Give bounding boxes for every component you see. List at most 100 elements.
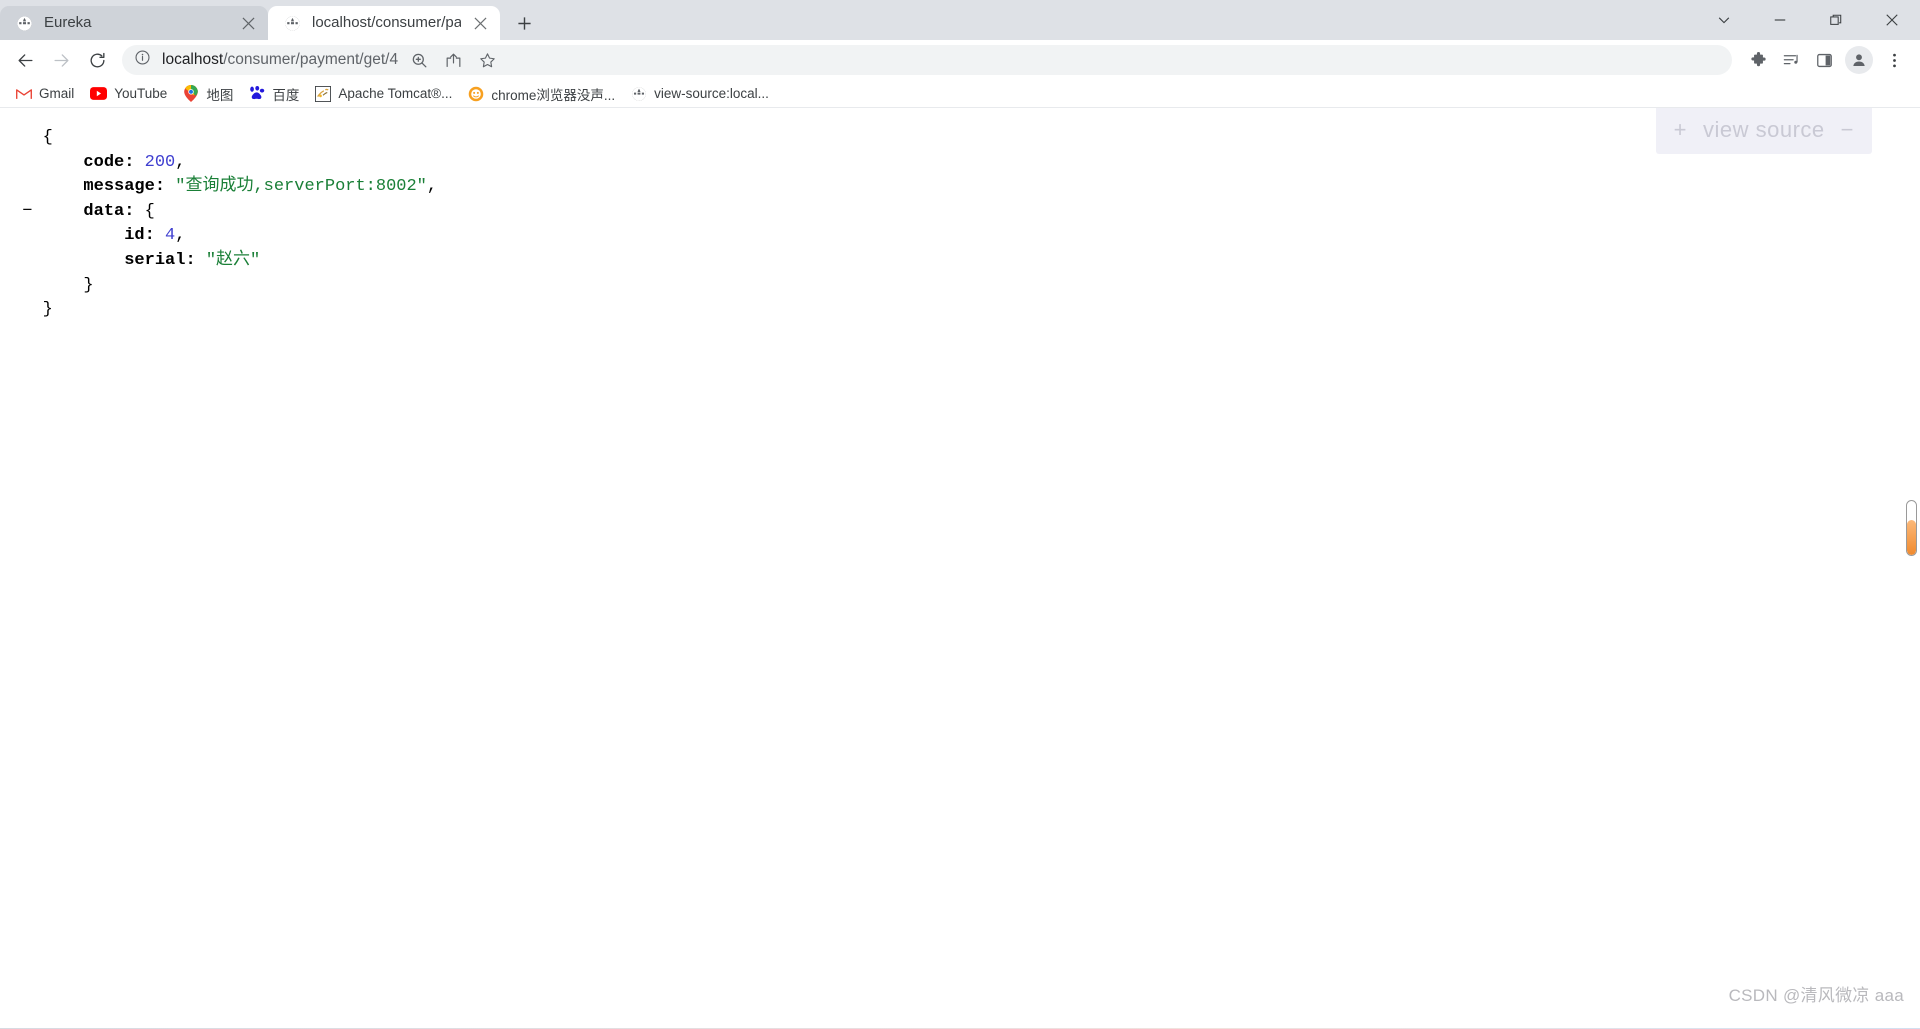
browser-tab-localhost[interactable]: localhost/consumer/payment/ (268, 6, 500, 40)
json-string: ″赵六″ (205, 250, 261, 270)
close-icon (1886, 14, 1898, 26)
watermark: CSDN @清风微凉 aaa (1728, 986, 1904, 1005)
media-playlist-icon[interactable] (1775, 44, 1807, 76)
bookmark-label: view-source:local... (654, 86, 769, 101)
json-gutter (12, 153, 43, 172)
scroll-indicator[interactable] (1906, 500, 1917, 556)
collapse-all-button[interactable]: − (1841, 117, 1854, 143)
tab-strip: Eureka localhost/consumer/payment/ (0, 0, 1920, 40)
json-key: data: (83, 201, 145, 221)
json-punct: { (42, 128, 53, 147)
collapse-toggle[interactable]: − (12, 202, 43, 221)
bookmark-view-source[interactable]: view-source:local... (623, 82, 777, 106)
json-line: id: 4, (12, 224, 1920, 249)
json-key: serial: (124, 250, 206, 270)
json-key: id: (124, 226, 166, 246)
tomcat-icon (315, 85, 332, 102)
back-button[interactable] (8, 43, 42, 77)
json-viewer: { code: 200, message: ″查询成功,serverPort:8… (0, 108, 1920, 323)
info-circle-icon[interactable] (134, 49, 151, 71)
bookmark-label: YouTube (114, 86, 168, 101)
minimize-button[interactable] (1752, 0, 1808, 40)
close-window-button[interactable] (1864, 0, 1920, 40)
json-punct: { (144, 201, 155, 221)
bookmark-maps[interactable]: 地图 (175, 80, 241, 108)
bookmark-label: 百度 (272, 87, 300, 103)
browser-tab-eureka[interactable]: Eureka (0, 6, 268, 40)
json-gutter (12, 276, 43, 295)
new-tab-button[interactable] (509, 8, 539, 38)
tab-search-button[interactable] (1696, 0, 1752, 40)
json-line: code: 200, (12, 151, 1920, 176)
reload-button[interactable] (80, 43, 114, 77)
address-bar[interactable]: localhost/consumer/payment/get/4 (122, 45, 1732, 75)
view-source-toggle[interactable]: + view source − (1655, 108, 1872, 154)
bookmark-label: 地图 (206, 87, 234, 103)
bookmark-gmail[interactable]: Gmail (8, 82, 82, 106)
expand-all-button[interactable]: + (1674, 117, 1687, 143)
bookmark-label: Apache Tomcat®... (338, 86, 453, 101)
json-gutter (12, 128, 43, 147)
chevron-down-icon (1718, 17, 1730, 24)
url-text: localhost/consumer/payment/get/4 (162, 51, 398, 69)
window-controls (1696, 0, 1920, 40)
share-icon[interactable] (437, 44, 469, 76)
forward-button (44, 43, 78, 77)
close-icon[interactable] (472, 15, 489, 32)
plus-icon (517, 16, 531, 30)
json-string: ″查询成功,serverPort:8002″ (175, 177, 427, 197)
json-line: − data: { (12, 200, 1920, 225)
page-content: + view source − { code: 200, message: ″查… (0, 108, 1920, 1028)
close-icon[interactable] (240, 15, 257, 32)
minimize-icon (1774, 19, 1786, 21)
json-line: { (12, 126, 1920, 151)
globe-icon (16, 15, 33, 32)
gmail-icon (16, 86, 32, 102)
reload-icon (90, 52, 105, 67)
json-number: 4 (165, 226, 176, 246)
json-punct: , (426, 177, 438, 197)
json-gutter (12, 226, 43, 245)
json-punct: } (42, 300, 53, 320)
arrow-right-icon (53, 53, 69, 67)
json-gutter (12, 251, 43, 270)
json-key: message: (83, 177, 176, 197)
browser-toolbar: localhost/consumer/payment/get/4 (0, 40, 1920, 80)
more-menu-icon[interactable] (1878, 44, 1910, 76)
bookmark-tomcat[interactable]: Apache Tomcat®... (307, 82, 460, 106)
json-line: serial: ″赵六″ (12, 249, 1920, 274)
profile-avatar-icon[interactable] (1845, 46, 1873, 74)
bookmark-baidu[interactable]: 百度 (241, 80, 307, 108)
json-line: } (12, 274, 1920, 299)
json-number: 200 (144, 152, 176, 172)
json-line: } (12, 298, 1920, 323)
extensions-puzzle-icon[interactable] (1742, 44, 1774, 76)
json-gutter (12, 177, 43, 196)
bookmark-star-icon[interactable] (471, 44, 503, 76)
firefox-icon (468, 86, 484, 102)
baidu-icon (249, 86, 265, 102)
bookmark-chrome-no-sound[interactable]: chrome浏览器没声... (460, 80, 623, 108)
restore-icon (1830, 14, 1842, 25)
bookmark-label: chrome浏览器没声... (491, 87, 616, 103)
omnibox-trailing-icons (403, 44, 503, 76)
bookmark-label: Gmail (39, 86, 75, 101)
globe-icon (284, 15, 301, 32)
bookmark-youtube[interactable]: YouTube (82, 82, 175, 106)
view-source-label[interactable]: view source (1703, 117, 1825, 143)
side-panel-icon[interactable] (1808, 44, 1840, 76)
tab-title: Eureka (44, 14, 92, 31)
restore-button[interactable] (1808, 0, 1864, 40)
youtube-icon (90, 86, 108, 102)
json-line: message: ″查询成功,serverPort:8002″, (12, 175, 1920, 200)
json-punct: } (83, 275, 94, 295)
toolbar-icons (1742, 44, 1910, 76)
bookmarks-bar: Gmail YouTube 地图 百度 Apache Tomcat®... ch… (0, 80, 1920, 108)
zoom-icon[interactable] (403, 44, 435, 76)
